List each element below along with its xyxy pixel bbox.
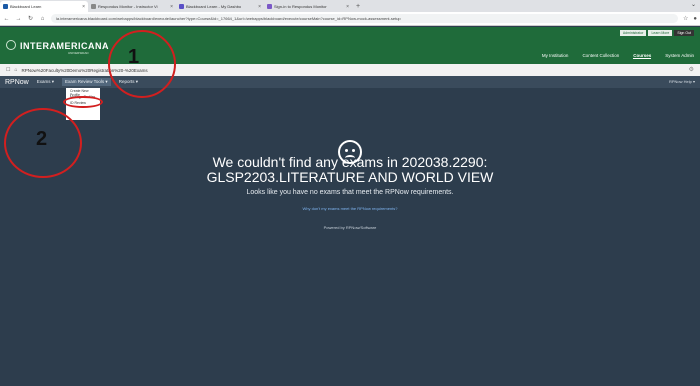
menu-toggle-icon[interactable]: ☐ <box>6 67 10 73</box>
logo-seal-icon <box>6 40 16 50</box>
admin-button[interactable]: Administrator <box>619 30 647 36</box>
requirements-help-link[interactable]: Why don't my exams meet the RPNow requir… <box>0 206 700 211</box>
powered-by-text: Powered by RPNow/Software <box>323 225 377 230</box>
learn-more-button[interactable]: Learn More <box>648 30 673 36</box>
favicon-icon <box>179 4 184 9</box>
tab-my-institution[interactable]: My Institution <box>542 53 569 59</box>
empty-state-title: We couldn't find any exams in 202038.229… <box>212 154 488 170</box>
favicon-icon <box>267 4 272 9</box>
tab-system-admin[interactable]: System Admin <box>665 53 694 59</box>
tab-title: Respondus Monitor - Instructor Vi <box>98 4 158 9</box>
help-menu[interactable]: RPNow Help ▾ <box>669 79 695 84</box>
close-icon[interactable]: × <box>82 4 85 10</box>
sign-out-button[interactable]: Sign Out <box>674 30 694 36</box>
forward-icon[interactable]: → <box>15 16 22 22</box>
empty-state-subtitle: Looks like you have no exams that meet t… <box>246 189 454 196</box>
nav-exams[interactable]: Exams ▾ <box>37 79 54 85</box>
tab-title: Blackboard Learn - My Dashbo <box>186 4 242 9</box>
tab-title: Sign-in to Respondus Monitor <box>274 4 327 9</box>
url-field[interactable]: la.interamericana.blackboard.com/webapps… <box>51 14 678 23</box>
address-bar: ← → ↻ ⌂ la.interamericana.blackboard.com… <box>0 12 700 26</box>
annotation-oval-menu <box>63 96 103 108</box>
browser-tab[interactable]: Blackboard Learn - My Dashbo × <box>176 1 264 12</box>
annotation-circle-1 <box>108 30 176 98</box>
settings-icon[interactable]: ⚙ <box>689 66 694 73</box>
breadcrumb: ☐ ⌂ RPNow%20Faculty%20Demo%20Registratio… <box>0 64 700 76</box>
close-icon[interactable]: × <box>346 4 349 10</box>
browser-tab[interactable]: Respondus Monitor - Instructor Vi × <box>88 1 176 12</box>
browser-tab-strip: Blackboard Learn × Respondus Monitor - I… <box>0 0 700 12</box>
browser-tab[interactable]: Blackboard Learn × <box>0 1 88 12</box>
back-icon[interactable]: ← <box>3 16 10 22</box>
nav-exam-review-tools[interactable]: Exam Review Tools ▾ <box>62 78 111 86</box>
site-header: INTERAMERICANA UNIVERSIDAD Administrator… <box>0 27 700 64</box>
tab-content-collection[interactable]: Content Collection <box>582 53 619 59</box>
close-icon[interactable]: × <box>170 4 173 10</box>
reload-icon[interactable]: ↻ <box>27 15 34 22</box>
annotation-number-1: 1 <box>128 46 140 68</box>
header-utility-buttons: Administrator Learn More Sign Out <box>619 30 694 36</box>
home-icon[interactable]: ⌂ <box>14 67 17 73</box>
app-brand[interactable]: RPNow <box>5 79 29 86</box>
browser-tab[interactable]: Sign-in to Respondus Monitor × <box>264 1 352 12</box>
tab-courses[interactable]: Courses <box>633 53 652 59</box>
favicon-icon <box>91 4 96 9</box>
site-logo[interactable]: INTERAMERICANA <box>20 41 109 51</box>
profile-icon[interactable]: ● <box>693 16 697 22</box>
empty-state-course: GLSP2203.LITERATURE AND WORLD VIEW <box>206 169 494 185</box>
home-icon[interactable]: ⌂ <box>39 16 46 22</box>
window-menu-icon[interactable]: ⌄ <box>691 1 696 8</box>
app-navbar: RPNow Exams ▾ Exam Review Tools ▾ Report… <box>0 76 700 88</box>
close-icon[interactable]: × <box>258 4 261 10</box>
site-logo-subtitle: UNIVERSIDAD <box>68 51 89 55</box>
star-icon[interactable]: ☆ <box>683 15 688 22</box>
annotation-number-2: 2 <box>36 128 48 150</box>
new-tab-button[interactable]: + <box>352 1 364 12</box>
favicon-icon <box>3 4 8 9</box>
top-navigation: My Institution Content Collection Course… <box>542 53 694 59</box>
tab-title: Blackboard Learn <box>10 4 42 9</box>
